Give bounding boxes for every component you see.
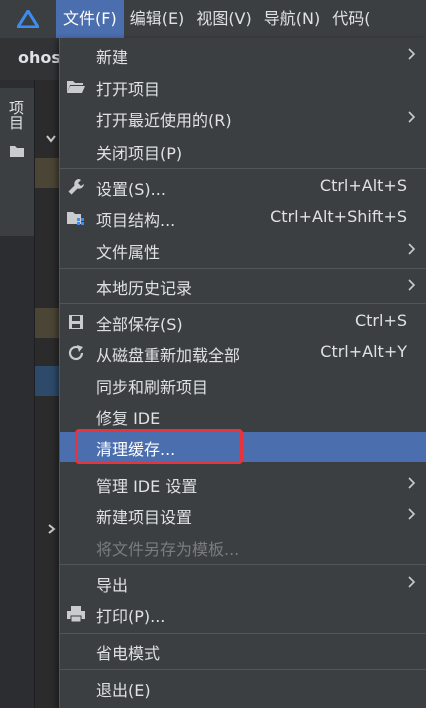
menu-item-print[interactable]: 打印(P)... bbox=[60, 599, 426, 629]
menu-item-label: 全部保存(S) bbox=[96, 315, 183, 334]
menu-separator bbox=[60, 633, 426, 634]
menu-item-label: 打开项目 bbox=[96, 80, 161, 99]
menu-separator bbox=[60, 303, 426, 304]
submenu-arrow-icon bbox=[408, 508, 416, 520]
menu-item-label: 退出(E) bbox=[96, 681, 151, 700]
menu-separator bbox=[60, 268, 426, 269]
menu-item-close-project[interactable]: 关闭项目(P) bbox=[60, 136, 426, 166]
menu-item-repair-ide[interactable]: 修复 IDE bbox=[60, 401, 426, 431]
shortcut-label: Ctrl+Alt+Shift+S bbox=[270, 207, 407, 226]
open-folder-icon bbox=[65, 77, 87, 97]
refresh-icon bbox=[65, 343, 87, 363]
annotation-highlight-box bbox=[75, 429, 243, 464]
menu-item-open-project[interactable]: 打开项目 bbox=[60, 72, 426, 102]
menu-item-label: 将文件另存为模板... bbox=[96, 540, 240, 559]
menu-item-sync-refresh[interactable]: 同步和刷新项目 bbox=[60, 370, 426, 400]
menu-item-label: 新建 bbox=[96, 48, 129, 67]
menu-separator bbox=[60, 564, 426, 565]
menu-file[interactable]: 文件(F) bbox=[56, 0, 124, 38]
menu-item-label: 修复 IDE bbox=[96, 409, 161, 428]
menu-item-label: 项目结构... bbox=[96, 211, 176, 230]
project-name[interactable]: ohos bbox=[18, 48, 61, 67]
menu-item-label: 打开最近使用的(R) bbox=[96, 111, 232, 130]
menu-separator bbox=[60, 669, 426, 670]
menu-item-export[interactable]: 导出 bbox=[60, 568, 426, 598]
submenu-arrow-icon bbox=[408, 477, 416, 489]
printer-icon bbox=[65, 604, 87, 624]
menu-item-settings[interactable]: 设置(S)... Ctrl+Alt+S bbox=[60, 172, 426, 202]
submenu-arrow-icon bbox=[408, 48, 416, 60]
menu-item-save-as-template: 将文件另存为模板... bbox=[60, 532, 426, 562]
menu-view[interactable]: 视图(V) bbox=[190, 0, 257, 38]
menu-item-label: 设置(S)... bbox=[96, 180, 166, 199]
save-disk-icon bbox=[65, 312, 87, 332]
submenu-arrow-icon bbox=[408, 243, 416, 255]
file-menu-dropdown: 新建 打开项目 打开最近使用的(R) 关闭项目(P) 设置(S)... Ctrl… bbox=[59, 38, 426, 708]
menu-item-file-properties[interactable]: 文件属性 bbox=[60, 235, 426, 265]
project-structure-icon bbox=[65, 208, 87, 228]
menu-item-label: 关闭项目(P) bbox=[96, 144, 183, 163]
menu-item-project-structure[interactable]: 项目结构... Ctrl+Alt+Shift+S bbox=[60, 203, 426, 233]
submenu-arrow-icon bbox=[408, 279, 416, 291]
menu-item-save-all[interactable]: 全部保存(S) Ctrl+S bbox=[60, 307, 426, 337]
menu-separator bbox=[60, 168, 426, 169]
menu-item-label: 文件属性 bbox=[96, 243, 161, 262]
menu-item-label: 从磁盘重新加载全部 bbox=[96, 346, 241, 365]
left-tool-strip: 项目 bbox=[0, 80, 35, 708]
menu-item-reload-all[interactable]: 从磁盘重新加载全部 Ctrl+Alt+Y bbox=[60, 338, 426, 368]
menu-item-power-save[interactable]: 省电模式 bbox=[60, 636, 426, 666]
menu-item-exit[interactable]: 退出(E) bbox=[60, 673, 426, 703]
menu-item-new-project-settings[interactable]: 新建项目设置 bbox=[60, 500, 426, 530]
menu-item-label: 新建项目设置 bbox=[96, 508, 193, 527]
project-tool-label: 项目 bbox=[7, 100, 25, 130]
menu-item-label: 管理 IDE 设置 bbox=[96, 477, 198, 496]
shortcut-label: Ctrl+S bbox=[354, 311, 407, 330]
menu-edit[interactable]: 编辑(E) bbox=[124, 0, 191, 38]
menu-item-open-recent[interactable]: 打开最近使用的(R) bbox=[60, 103, 426, 133]
chevron-down-icon bbox=[46, 135, 56, 143]
wrench-icon bbox=[65, 177, 87, 197]
menu-item-label: 同步和刷新项目 bbox=[96, 378, 209, 397]
shortcut-label: Ctrl+Alt+S bbox=[319, 176, 407, 195]
menu-item-manage-ide-settings[interactable]: 管理 IDE 设置 bbox=[60, 469, 426, 499]
chevron-right-icon[interactable] bbox=[47, 523, 57, 535]
menu-item-label: 导出 bbox=[96, 576, 129, 595]
project-tool-button[interactable]: 项目 bbox=[0, 88, 34, 236]
menu-code[interactable]: 代码( bbox=[326, 0, 376, 38]
menu-navigate[interactable]: 导航(N) bbox=[258, 0, 326, 38]
submenu-arrow-icon bbox=[408, 576, 416, 588]
menu-item-new[interactable]: 新建 bbox=[60, 40, 426, 70]
folder-icon bbox=[10, 146, 24, 157]
app-logo-icon bbox=[0, 0, 56, 38]
submenu-arrow-icon bbox=[408, 111, 416, 123]
main-menubar: 文件(F) 编辑(E) 视图(V) 导航(N) 代码( bbox=[0, 0, 426, 38]
menu-item-label: 本地历史记录 bbox=[96, 279, 193, 298]
menu-item-local-history[interactable]: 本地历史记录 bbox=[60, 271, 426, 301]
shortcut-label: Ctrl+Alt+Y bbox=[320, 342, 407, 361]
menu-item-label: 打印(P)... bbox=[96, 607, 166, 626]
menu-item-label: 省电模式 bbox=[96, 644, 161, 663]
